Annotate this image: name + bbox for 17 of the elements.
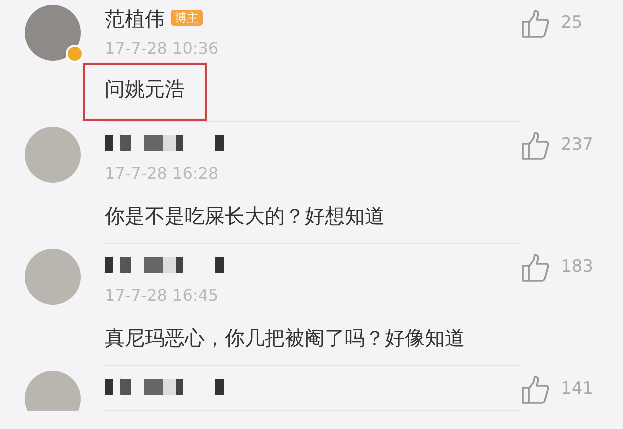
like-count: 237 [561,134,594,157]
comment-time: 17-7-28 10:36 [105,39,220,59]
comment-time: 17-7-28 16:45 [105,286,220,306]
comment-time: 17-7-28 16:28 [105,164,220,184]
avatar[interactable] [25,371,81,411]
comment-text: 你是不是吃屎长大的？好想知道 [105,203,385,230]
like-count: 183 [561,256,594,279]
user-name[interactable]: 范植伟 [105,7,165,31]
comment-text: 问姚元浩 [105,76,185,103]
thumbs-up-icon[interactable] [521,9,551,39]
thumbs-up-icon[interactable] [521,131,551,161]
thumbs-up-icon[interactable] [521,375,551,405]
author-badge: 博主 [171,10,203,26]
comment-text: 真尼玛恶心，你几把被阉了吗？好像知道 [105,325,465,352]
like-count: 141 [561,378,594,401]
thumbs-up-icon[interactable] [521,253,551,283]
like-count: 25 [561,12,583,35]
